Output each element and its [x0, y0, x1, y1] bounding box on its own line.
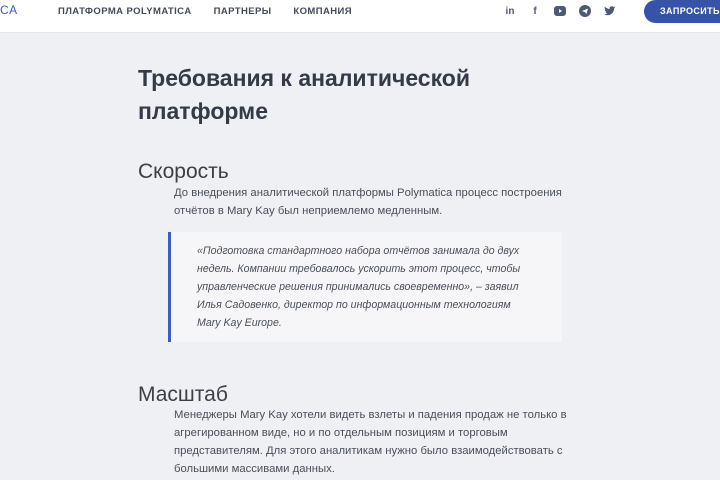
nav-item-platform[interactable]: ПЛАТФОРМА POLYMATICA — [58, 6, 192, 17]
section-paragraph-speed: До внедрения аналитической платформы Pol… — [174, 187, 562, 217]
quote-block: «Подготовка стандартного набора отчётов … — [168, 232, 562, 342]
nav-item-company[interactable]: КОМПАНИЯ — [293, 6, 352, 17]
main-nav: ПЛАТФОРМА POLYMATICA ПАРТНЕРЫ КОМПАНИЯ — [58, 6, 352, 17]
article: Требования к аналитической платформе Ско… — [138, 62, 578, 475]
nav-item-partners[interactable]: ПАРТНЕРЫ — [214, 6, 272, 17]
telegram-icon[interactable] — [579, 5, 591, 17]
youtube-icon[interactable] — [554, 5, 566, 17]
section-heading-speed: Скорость — [138, 160, 229, 183]
social-links: in f — [504, 5, 616, 17]
page-title: Требования к аналитической платформе — [138, 65, 470, 124]
site-header: CA ПЛАТФОРМА POLYMATICA ПАРТНЕРЫ КОМПАНИ… — [0, 0, 720, 33]
section-heading-scale: Масштаб — [138, 383, 228, 406]
twitter-icon[interactable] — [604, 5, 616, 17]
facebook-icon[interactable]: f — [529, 5, 541, 17]
linkedin-icon[interactable]: in — [504, 5, 516, 17]
section-paragraph-scale: Менеджеры Mary Kay хотели видеть взлеты … — [174, 409, 567, 475]
logo[interactable]: CA — [0, 3, 18, 17]
request-button[interactable]: ЗАПРОСИТЬ — [644, 0, 720, 23]
